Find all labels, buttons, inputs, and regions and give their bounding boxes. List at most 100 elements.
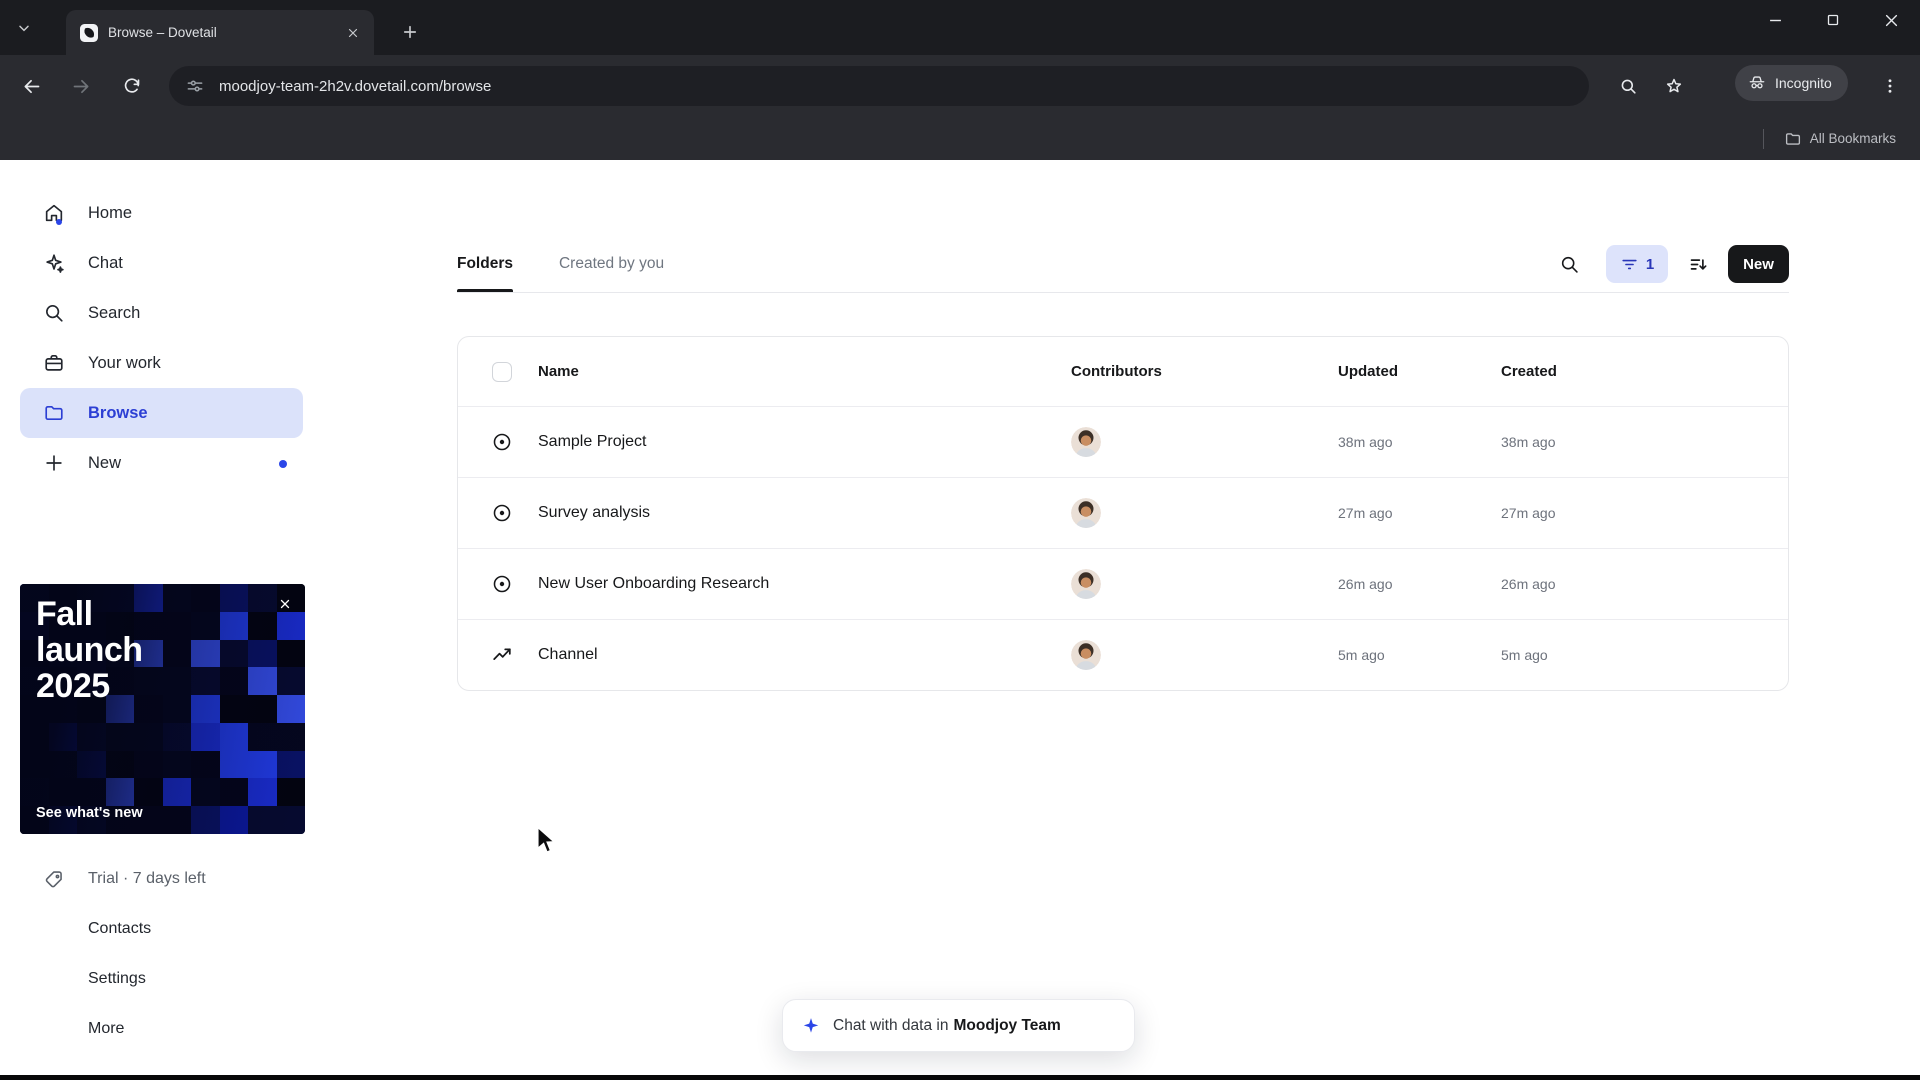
address-bar[interactable]: moodjoy-team-2h2v.dovetail.com/browse (169, 66, 1589, 106)
home-icon (42, 202, 66, 224)
tab-created-by-you[interactable]: Created by you (559, 235, 664, 292)
chevron-down-icon[interactable] (10, 14, 38, 42)
row-created: 27m ago (1501, 505, 1789, 521)
channel-icon (491, 644, 526, 666)
table-row[interactable]: New User Onboarding Research 26m ago 26m… (458, 548, 1788, 619)
sidebar-item-search[interactable]: Search (20, 288, 303, 338)
back-button[interactable] (13, 68, 49, 104)
banner-cta-link[interactable]: See what's new (36, 805, 143, 821)
sidebar-item-home[interactable]: Home (20, 188, 303, 238)
tab-close-icon[interactable] (342, 22, 364, 44)
row-name: New User Onboarding Research (526, 575, 1071, 593)
row-created: 5m ago (1501, 647, 1789, 663)
incognito-badge: Incognito (1735, 65, 1848, 101)
sidebar-item-label: More (88, 1020, 124, 1038)
sidebar-footer: Trial · 7 days left Contacts Settings Mo… (20, 854, 303, 1054)
content-tabs-row: Folders Created by you 1 New (457, 235, 1789, 293)
sidebar-item-contacts[interactable]: Contacts (20, 904, 303, 954)
search-icon (1559, 254, 1580, 275)
tab-folders[interactable]: Folders (457, 235, 513, 292)
folders-table: Name Contributors Updated Created Sample… (457, 336, 1789, 691)
table-row[interactable]: Sample Project 38m ago 38m ago (458, 406, 1788, 477)
select-all-checkbox[interactable] (492, 362, 512, 382)
row-updated: 5m ago (1338, 647, 1501, 663)
sidebar-item-label: Search (88, 304, 140, 323)
column-header-name: Name (526, 363, 1071, 380)
minimize-button[interactable] (1746, 0, 1804, 40)
sidebar-item-label: Chat (88, 254, 123, 273)
sidebar-item-your-work[interactable]: Your work (20, 338, 303, 388)
filter-button[interactable]: 1 (1606, 245, 1668, 283)
chat-pill-team: Moodjoy Team (953, 1017, 1060, 1034)
sidebar-item-label: Home (88, 204, 132, 223)
incognito-icon (1747, 73, 1767, 93)
contributor-avatar[interactable] (1071, 640, 1101, 670)
project-icon (491, 573, 526, 595)
sidebar-item-chat[interactable]: Chat (20, 238, 303, 288)
sidebar-item-label: Contacts (88, 920, 151, 938)
table-header: Name Contributors Updated Created (458, 337, 1788, 406)
contributor-avatar[interactable] (1071, 569, 1101, 599)
chat-pill-text: Chat with data in (833, 1017, 948, 1034)
sidebar-item-more[interactable]: More (20, 1004, 303, 1054)
contributor-avatar[interactable] (1071, 427, 1101, 457)
maximize-button[interactable] (1804, 0, 1862, 40)
bookmarks-separator (1763, 129, 1764, 149)
trial-label: Trial · 7 days left (88, 870, 206, 888)
site-settings-icon[interactable] (185, 76, 205, 96)
tab-strip: Browse – Dovetail (0, 0, 1920, 55)
fall-launch-banner[interactable]: Fall launch 2025 See what's new (20, 584, 305, 834)
new-tab-button[interactable] (396, 18, 424, 46)
search-icon (42, 302, 66, 324)
home-notification-dot (56, 219, 62, 225)
new-notification-dot (279, 460, 287, 468)
bookmarks-bar: All Bookmarks (0, 117, 1920, 160)
folder-icon (42, 402, 66, 424)
menu-lines-icon (42, 1018, 66, 1040)
browser-tab[interactable]: Browse – Dovetail (66, 10, 374, 55)
table-body: Sample Project 38m ago 38m ago Survey an… (458, 406, 1788, 690)
all-bookmarks-button[interactable]: All Bookmarks (1784, 130, 1896, 148)
dovetail-app: Home Chat Search Your work (0, 160, 1920, 1075)
browser-toolbar: moodjoy-team-2h2v.dovetail.com/browse In… (0, 55, 1920, 117)
dovetail-favicon (80, 24, 98, 42)
tab-title: Browse – Dovetail (108, 25, 342, 40)
banner-close-icon[interactable] (273, 592, 297, 616)
row-name: Channel (526, 646, 1071, 664)
sidebar-item-settings[interactable]: Settings (20, 954, 303, 1004)
table-row[interactable]: Channel 5m ago 5m ago (458, 619, 1788, 690)
briefcase-icon (42, 352, 66, 374)
browser-chrome: Browse – Dovetail (0, 0, 1920, 160)
url-text: moodjoy-team-2h2v.dovetail.com/browse (219, 78, 491, 95)
sidebar-item-browse[interactable]: Browse (20, 388, 303, 438)
new-button[interactable]: New (1728, 245, 1789, 283)
sidebar-item-new[interactable]: New (20, 438, 303, 488)
row-updated: 26m ago (1338, 576, 1501, 592)
incognito-label: Incognito (1775, 75, 1832, 91)
all-bookmarks-label: All Bookmarks (1810, 131, 1896, 146)
forward-button[interactable] (63, 68, 99, 104)
sparkle-icon (801, 1016, 821, 1036)
banner-title: Fall launch 2025 (36, 596, 196, 704)
row-name: Survey analysis (526, 504, 1071, 522)
trial-status[interactable]: Trial · 7 days left (20, 854, 303, 904)
reload-button[interactable] (114, 68, 150, 104)
chat-with-data-pill[interactable]: Chat with data in Moodjoy Team (782, 999, 1135, 1052)
column-header-contributors: Contributors (1071, 363, 1338, 380)
search-button[interactable] (1551, 246, 1587, 282)
sort-button[interactable] (1680, 246, 1716, 282)
browser-menu-icon[interactable] (1872, 68, 1908, 104)
sidebar-item-label: Your work (88, 354, 161, 373)
row-created: 38m ago (1501, 434, 1789, 450)
close-button[interactable] (1862, 0, 1920, 40)
bookmark-star-icon[interactable] (1656, 68, 1692, 104)
column-header-updated: Updated (1338, 363, 1501, 380)
zoom-icon[interactable] (1610, 68, 1646, 104)
contributor-avatar[interactable] (1071, 498, 1101, 528)
browser-window: Browse – Dovetail (0, 0, 1920, 1080)
row-name: Sample Project (526, 433, 1071, 451)
tag-icon (42, 869, 66, 890)
sidebar-item-label: Browse (88, 404, 148, 423)
table-row[interactable]: Survey analysis 27m ago 27m ago (458, 477, 1788, 548)
filter-icon (1620, 255, 1639, 274)
